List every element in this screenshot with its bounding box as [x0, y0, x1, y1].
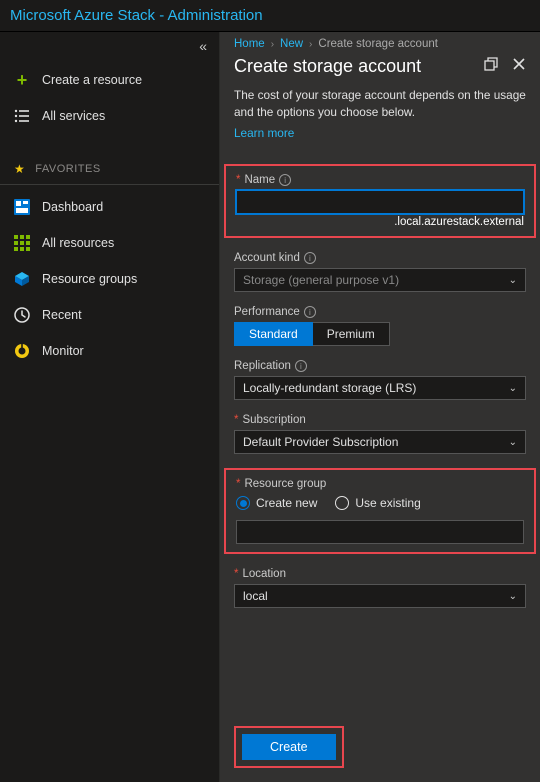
create-button[interactable]: Create — [242, 734, 336, 760]
radio-create-new[interactable]: Create new — [236, 496, 317, 510]
location-select[interactable]: local ⌄ — [234, 584, 526, 608]
chevron-down-icon: ⌄ — [509, 275, 517, 286]
label-name: * Name i — [236, 174, 524, 186]
blade-actions — [484, 57, 526, 76]
name-input[interactable] — [236, 190, 524, 214]
field-account-kind: Account kind i Storage (general purpose … — [234, 252, 526, 292]
sidebar-collapse-button[interactable]: « — [199, 36, 219, 62]
label-account-kind: Account kind i — [234, 252, 526, 264]
chevron-down-icon: ⌄ — [509, 383, 517, 394]
highlight-create: Create — [234, 726, 344, 768]
field-replication: Replication i Locally-redundant storage … — [234, 360, 526, 400]
favorites-header: ★ FAVORITES — [0, 154, 219, 185]
breadcrumb-new[interactable]: New — [280, 38, 303, 50]
sidebar-item-all-resources[interactable]: All resources — [0, 225, 219, 261]
sidebar-item-label: Recent — [42, 308, 82, 322]
sidebar-item-label: Resource groups — [42, 272, 137, 286]
label-performance: Performance i — [234, 306, 526, 318]
sidebar-item-label: Dashboard — [42, 200, 103, 214]
info-icon[interactable]: i — [304, 252, 316, 264]
sidebar-item-monitor[interactable]: Monitor — [0, 333, 219, 369]
app-title: Microsoft Azure Stack - Administration — [10, 7, 263, 24]
monitor-icon — [14, 343, 30, 359]
performance-segmented: Standard Premium — [234, 322, 526, 346]
star-icon: ★ — [14, 162, 25, 176]
sidebar-item-recent[interactable]: Recent — [0, 297, 219, 333]
favorites-label: FAVORITES — [35, 163, 100, 175]
required-marker: * — [236, 174, 240, 186]
breadcrumb-home[interactable]: Home — [234, 38, 265, 50]
required-marker: * — [234, 414, 238, 426]
field-subscription: * Subscription Default Provider Subscrip… — [234, 414, 526, 454]
restore-icon[interactable] — [484, 57, 498, 76]
info-icon[interactable]: i — [304, 306, 316, 318]
chevron-right-icon: › — [309, 39, 312, 50]
highlight-resource-group: * Resource group Create new Use existing — [224, 468, 536, 554]
nav-label: Create a resource — [42, 73, 142, 87]
label-resource-group: * Resource group — [236, 478, 524, 490]
form: * Name i .local.azurestack.external Acco… — [220, 142, 540, 716]
sidebar-item-resource-groups[interactable]: Resource groups — [0, 261, 219, 297]
main-area: « + Create a resource All services ★ FAV… — [0, 32, 540, 782]
blade-description: The cost of your storage account depends… — [220, 87, 540, 142]
field-location: * Location local ⌄ — [234, 568, 526, 608]
label-subscription: * Subscription — [234, 414, 526, 426]
performance-standard[interactable]: Standard — [234, 322, 313, 346]
nav-label: All services — [42, 109, 105, 123]
radio-icon — [236, 496, 250, 510]
field-performance: Performance i Standard Premium — [234, 306, 526, 346]
account-kind-select[interactable]: Storage (general purpose v1) ⌄ — [234, 268, 526, 292]
dashboard-icon — [14, 199, 30, 215]
chevron-down-icon: ⌄ — [509, 591, 517, 602]
sidebar-item-dashboard[interactable]: Dashboard — [0, 189, 219, 225]
learn-more-link[interactable]: Learn more — [234, 125, 294, 142]
breadcrumb-current: Create storage account — [318, 38, 438, 50]
radio-use-existing[interactable]: Use existing — [335, 496, 420, 510]
subscription-select[interactable]: Default Provider Subscription ⌄ — [234, 430, 526, 454]
blade-footer: Create — [220, 716, 540, 782]
sidebar-item-label: All resources — [42, 236, 114, 250]
nav-create-resource[interactable]: + Create a resource — [0, 62, 219, 98]
label-replication: Replication i — [234, 360, 526, 372]
replication-select[interactable]: Locally-redundant storage (LRS) ⌄ — [234, 376, 526, 400]
highlight-name: * Name i .local.azurestack.external — [224, 164, 536, 238]
app-header: Microsoft Azure Stack - Administration — [0, 0, 540, 32]
info-icon[interactable]: i — [295, 360, 307, 372]
field-name: * Name i .local.azurestack.external — [236, 174, 524, 228]
blade: Home › New › Create storage account Crea… — [220, 32, 540, 782]
name-input-wrap — [236, 190, 524, 214]
sidebar: « + Create a resource All services ★ FAV… — [0, 32, 220, 782]
favorites-section: ★ FAVORITES Dashboard All resources — [0, 154, 219, 369]
required-marker: * — [236, 478, 240, 490]
resource-group-radio-row: Create new Use existing — [236, 496, 524, 510]
label-location: * Location — [234, 568, 526, 580]
close-icon[interactable] — [512, 57, 526, 76]
sidebar-item-label: Monitor — [42, 344, 84, 358]
required-marker: * — [234, 568, 238, 580]
performance-premium[interactable]: Premium — [313, 322, 390, 346]
grid-icon — [14, 235, 30, 251]
chevron-down-icon: ⌄ — [509, 437, 517, 448]
field-resource-group: * Resource group Create new Use existing — [236, 478, 524, 544]
clock-icon — [14, 307, 30, 323]
plus-icon: + — [14, 72, 30, 88]
name-suffix: .local.azurestack.external — [236, 216, 524, 228]
info-icon[interactable]: i — [279, 174, 291, 186]
breadcrumb: Home › New › Create storage account — [220, 32, 540, 52]
blade-title: Create storage account — [234, 56, 421, 77]
chevron-right-icon: › — [271, 39, 274, 50]
blade-header: Create storage account — [220, 52, 540, 87]
list-icon — [14, 108, 30, 124]
cube-icon — [14, 271, 30, 287]
resource-group-input[interactable] — [236, 520, 524, 544]
radio-icon — [335, 496, 349, 510]
nav-all-services[interactable]: All services — [0, 98, 219, 134]
